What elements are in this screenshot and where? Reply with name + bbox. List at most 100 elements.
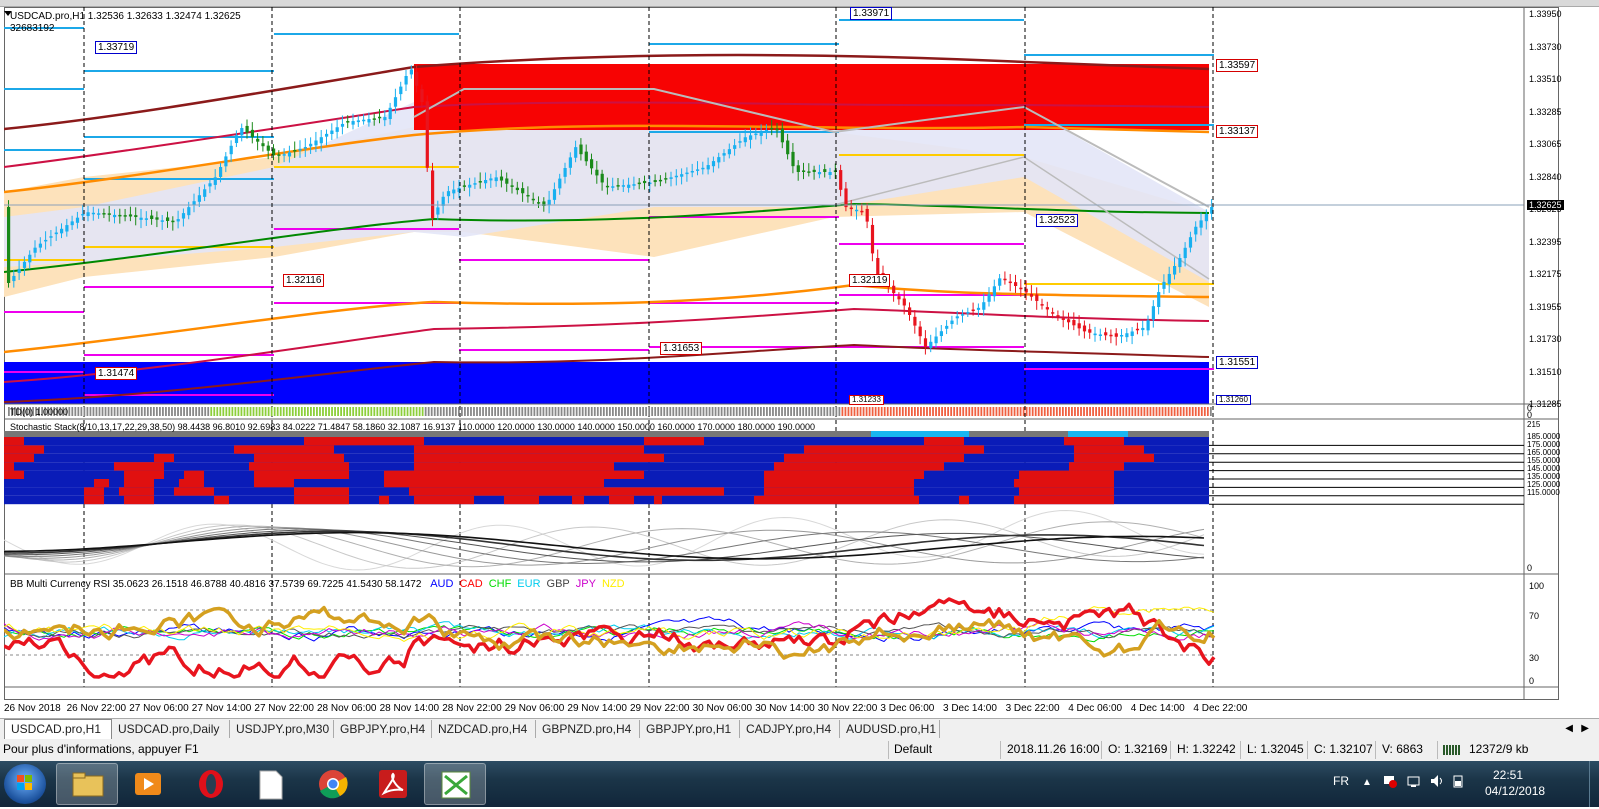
candle-body <box>144 218 148 220</box>
td-bar <box>1164 407 1167 416</box>
stoch-red-segment <box>504 495 539 505</box>
price-axis-label: 1.32395 <box>1529 236 1562 247</box>
td-bar <box>569 407 572 416</box>
chart-tab[interactable]: CADJPY.pro,H4 <box>740 720 840 738</box>
candle-body <box>256 138 260 142</box>
chart-tab[interactable]: GBPNZD.pro,H4 <box>536 720 640 738</box>
td-bar <box>983 407 986 416</box>
show-hidden-icons-icon[interactable]: ▲ <box>1362 777 1372 788</box>
td-bar <box>222 407 225 416</box>
clock-time[interactable]: 22:51 <box>1493 768 1523 782</box>
candle-body <box>616 185 620 187</box>
td-bar <box>1182 407 1185 416</box>
window-top-strip <box>0 0 1599 7</box>
td-bar <box>1158 407 1161 416</box>
td-bar <box>439 407 442 416</box>
td-bar <box>759 407 762 416</box>
battery-icon[interactable] <box>1452 774 1466 788</box>
td-bar <box>521 407 524 416</box>
td-bar <box>977 407 980 416</box>
action-center-icon[interactable] <box>1383 774 1397 788</box>
stoch-red-segment <box>214 495 229 505</box>
candle-body <box>446 191 451 197</box>
td-bar <box>451 407 454 416</box>
candle-body <box>600 173 604 183</box>
td-bar <box>784 407 786 416</box>
candle-body <box>701 167 705 170</box>
td-bar <box>1194 407 1197 416</box>
td-bar <box>660 407 663 416</box>
td-bar <box>509 407 512 416</box>
td-bar <box>995 407 998 416</box>
candle-body <box>844 188 848 208</box>
chart-tab[interactable]: USDCAD.pro,Daily <box>112 720 230 738</box>
taskbar-opera[interactable] <box>180 763 242 805</box>
stoch-header-segment <box>871 431 969 437</box>
tab-scroll-right-icon[interactable]: ▶ <box>1581 723 1589 734</box>
chart-tab[interactable]: AUDUSD.pro,H1 <box>840 720 940 738</box>
stoch-red-segment <box>249 462 349 471</box>
symbol-subinfo: 32683192 <box>10 23 55 34</box>
td-bar <box>198 407 201 416</box>
taskbar-acrobat[interactable] <box>362 763 424 805</box>
candle-body <box>1051 312 1055 314</box>
rsi-axis-label: 100 <box>1529 581 1545 591</box>
candle-body <box>849 207 853 210</box>
td-bar <box>1016 407 1019 416</box>
chart-menu-arrow-icon[interactable] <box>4 11 12 16</box>
chart-tab[interactable]: NZDCAD.pro,H4 <box>432 720 536 738</box>
td-bar <box>258 407 261 416</box>
taskbar-chrome[interactable] <box>302 763 364 805</box>
td-bar <box>497 407 500 416</box>
stoch-red-segment <box>184 470 204 479</box>
taskbar-explorer[interactable] <box>56 763 118 805</box>
price-axis-label: 1.33285 <box>1529 106 1562 117</box>
status-datetime: 2018.11.26 16:00 <box>1007 742 1100 756</box>
status-profile[interactable]: Default <box>894 742 932 756</box>
candle-body <box>404 76 408 85</box>
chart-tab[interactable]: USDJPY.pro,M30 <box>230 720 334 738</box>
candle-body <box>208 183 212 187</box>
td-bar <box>1065 407 1067 416</box>
td-bar <box>1077 407 1079 416</box>
candle-body <box>1104 332 1108 336</box>
td-bar <box>832 407 835 416</box>
stoch-line <box>4 528 1205 565</box>
price-axis-label: 1.31730 <box>1529 334 1562 344</box>
td-bar <box>192 407 195 416</box>
candle-body <box>658 179 663 182</box>
td-bar <box>119 407 122 416</box>
taskbar-notepad[interactable] <box>240 763 302 805</box>
taskbar-media-player[interactable] <box>118 763 180 805</box>
candle-body <box>1082 325 1087 332</box>
volume-icon[interactable] <box>1430 774 1444 788</box>
show-desktop-button[interactable] <box>1589 761 1599 807</box>
time-axis-label: 4 Dec 14:00 <box>1130 703 1185 714</box>
td-bar <box>340 407 342 416</box>
taskbar-trading-app[interactable] <box>424 763 486 805</box>
td-bar <box>171 407 173 416</box>
candle-body <box>155 217 159 220</box>
tab-scroll-left-icon[interactable]: ◀ <box>1565 723 1573 734</box>
td-bar <box>847 407 850 416</box>
td-bar <box>536 407 539 416</box>
td-bar <box>578 407 581 416</box>
status-high: H: 1.32242 <box>1177 742 1236 756</box>
stoch-red-segment <box>764 479 914 488</box>
chart-tab[interactable]: GBPJPY.pro,H4 <box>334 720 432 738</box>
chart-tab[interactable]: GBPJPY.pro,H1 <box>640 720 740 738</box>
chart-tab[interactable]: USDCAD.pro,H1 <box>4 719 112 739</box>
language-indicator[interactable]: FR <box>1333 774 1349 788</box>
start-button[interactable] <box>4 764 46 804</box>
candle-body <box>1045 307 1049 310</box>
stoch-red-segment <box>124 495 154 505</box>
network-icon[interactable] <box>1407 774 1421 788</box>
clock-date[interactable]: 04/12/2018 <box>1485 784 1545 798</box>
candle-body <box>669 177 673 179</box>
td-bar <box>551 407 554 416</box>
rsi-axis-label: 0 <box>1529 676 1535 686</box>
td-bar <box>720 407 723 416</box>
chart-canvas[interactable] <box>4 7 1559 700</box>
td-indicator-bars <box>8 407 1212 416</box>
candle-body <box>197 195 201 202</box>
